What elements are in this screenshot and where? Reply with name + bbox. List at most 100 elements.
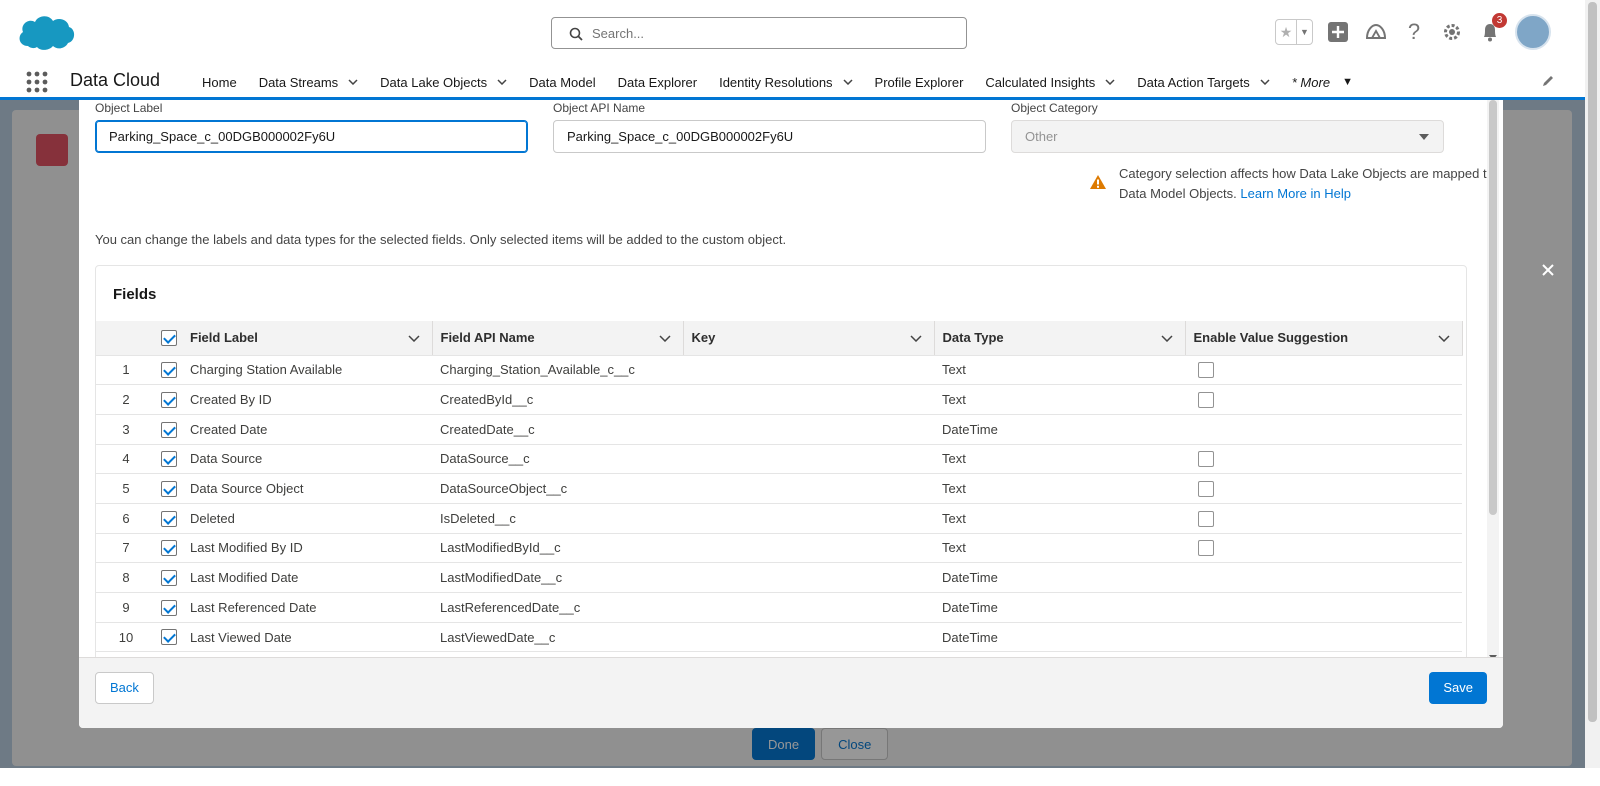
select-all-checkbox[interactable] [161, 330, 177, 347]
column-header-data-type[interactable]: Data Type [934, 321, 1186, 356]
field-api-name-cell[interactable]: LastViewedDate__c [432, 622, 683, 653]
key-cell[interactable] [683, 444, 934, 475]
row-select-checkbox[interactable] [161, 362, 177, 379]
value-suggestion-checkbox[interactable] [1198, 540, 1214, 557]
data-type-cell[interactable]: Text [934, 355, 1185, 386]
column-header-field-api-name[interactable]: Field API Name [432, 321, 684, 356]
table-row[interactable]: 1 Charging Station Available Charging_Stat… [96, 355, 1462, 386]
field-api-name-cell[interactable]: LastReferencedDate__c [432, 592, 683, 623]
data-type-cell[interactable]: DateTime [934, 622, 1185, 653]
field-api-name-cell[interactable]: LastModifiedDate__c [432, 562, 683, 593]
help-icon[interactable]: ? [1401, 19, 1427, 45]
table-row[interactable]: 8 Last Modified Date LastModifiedDate__c Da… [96, 562, 1462, 593]
column-header-enable-value-suggestion[interactable]: Enable Value Suggestion [1185, 321, 1463, 356]
nav-item-data-streams[interactable]: Data Streams [248, 64, 369, 100]
field-api-name-cell[interactable]: LastModifiedById__c [432, 533, 683, 564]
key-cell[interactable] [683, 562, 934, 593]
data-type-cell[interactable]: Text [934, 473, 1185, 504]
table-row[interactable]: 9 Last Referenced Date LastReferencedDate_… [96, 592, 1462, 623]
column-header-key[interactable]: Key [683, 321, 935, 356]
field-api-name-cell[interactable]: DataSource__c [432, 444, 683, 475]
nav-item-identity-resolutions[interactable]: Identity Resolutions [708, 64, 863, 100]
chevron-down-icon[interactable] [348, 79, 358, 85]
table-row[interactable]: 5 Data Source Object DataSourceObject__c Te… [96, 473, 1462, 504]
field-label-cell[interactable]: Charging Station Available [182, 355, 432, 386]
row-select-checkbox[interactable] [161, 569, 177, 586]
data-type-cell[interactable]: Text [934, 503, 1185, 534]
table-row[interactable]: 7 Last Modified By ID LastModifiedById__c T… [96, 533, 1462, 564]
nav-item-profile-explorer[interactable]: Profile Explorer [864, 64, 975, 100]
key-cell[interactable] [683, 622, 934, 653]
field-api-name-cell[interactable]: DataSourceObject__c [432, 473, 683, 504]
back-button[interactable]: Back [95, 672, 154, 704]
window-scrollbar[interactable] [1585, 0, 1600, 768]
value-suggestion-checkbox[interactable] [1198, 480, 1214, 497]
data-type-cell[interactable]: Text [934, 444, 1185, 475]
field-api-name-cell[interactable]: Charging_Station_Available_c__c [432, 355, 683, 386]
row-select-checkbox[interactable] [161, 480, 177, 497]
avatar[interactable] [1515, 14, 1551, 50]
window-scrollbar-thumb[interactable] [1588, 2, 1597, 722]
chevron-down-icon[interactable] [1105, 79, 1115, 85]
key-cell[interactable] [683, 592, 934, 623]
edit-nav-icon[interactable] [1541, 74, 1555, 88]
field-api-name-cell[interactable]: IsDeleted__c [432, 503, 683, 534]
value-suggestion-checkbox[interactable] [1198, 451, 1214, 468]
nav-item-home[interactable]: Home [191, 64, 248, 100]
modal-scrollbar[interactable] [1487, 100, 1499, 660]
data-type-cell[interactable]: DateTime [934, 592, 1185, 623]
nav-item-data-action-targets[interactable]: Data Action Targets [1126, 64, 1281, 100]
row-select-checkbox[interactable] [161, 391, 177, 408]
field-label-cell[interactable]: Data Source Object [182, 473, 432, 504]
chevron-down-icon[interactable] [1260, 79, 1270, 85]
salesforce-logo[interactable] [16, 12, 76, 54]
row-select-checkbox[interactable] [161, 421, 177, 438]
data-type-cell[interactable]: DateTime [934, 562, 1185, 593]
chevron-down-icon[interactable] [843, 79, 853, 85]
close-icon[interactable] [1540, 262, 1556, 278]
star-icon[interactable]: ★ [1276, 20, 1296, 44]
field-label-cell[interactable]: Created By ID [182, 384, 432, 415]
learn-more-link[interactable]: Learn More in Help [1240, 186, 1351, 201]
row-select-checkbox[interactable] [161, 540, 177, 557]
field-label-cell[interactable]: Last Referenced Date [182, 592, 432, 623]
data-type-cell[interactable]: Text [934, 384, 1185, 415]
table-row[interactable]: 6 Deleted IsDeleted__c Text [96, 503, 1462, 534]
chevron-down-icon[interactable] [1437, 335, 1450, 342]
object-label-input[interactable]: Parking_Space_c_00DGB000002Fy6U [95, 120, 528, 153]
key-cell[interactable] [683, 414, 934, 445]
column-header-field-label[interactable]: Field Label [182, 321, 433, 356]
chevron-down-icon[interactable] [407, 335, 420, 342]
chevron-down-icon[interactable] [658, 335, 671, 342]
chevron-down-icon[interactable] [909, 335, 922, 342]
table-row[interactable]: 2 Created By ID CreatedById__c Text [96, 384, 1462, 415]
value-suggestion-checkbox[interactable] [1198, 391, 1214, 408]
modal-scrollbar-thumb[interactable] [1489, 100, 1497, 515]
trailhead-icon[interactable] [1363, 19, 1389, 45]
gear-icon[interactable] [1439, 19, 1465, 45]
table-row[interactable]: 4 Data Source DataSource__c Text [96, 444, 1462, 475]
field-label-cell[interactable]: Deleted [182, 503, 432, 534]
key-cell[interactable] [683, 503, 934, 534]
global-search-input[interactable]: Search... [551, 17, 967, 49]
nav-item-more[interactable]: * More ▼ [1281, 64, 1364, 100]
nav-item-calculated-insights[interactable]: Calculated Insights [974, 64, 1126, 100]
chevron-down-icon[interactable] [497, 79, 507, 85]
table-row[interactable]: 10 Last Viewed Date LastViewedDate__c DateT… [96, 622, 1462, 653]
field-label-cell[interactable]: Data Source [182, 444, 432, 475]
key-cell[interactable] [683, 384, 934, 415]
data-type-cell[interactable]: DateTime [934, 414, 1185, 445]
object-api-name-input[interactable]: Parking_Space_c_00DGB000002Fy6U [553, 120, 986, 153]
row-select-checkbox[interactable] [161, 599, 177, 616]
field-label-cell[interactable]: Last Modified By ID [182, 533, 432, 564]
key-cell[interactable] [683, 473, 934, 504]
bell-icon[interactable]: 3 [1477, 13, 1507, 45]
row-select-checkbox[interactable] [161, 451, 177, 468]
nav-item-data-lake-objects[interactable]: Data Lake Objects [369, 64, 518, 100]
nav-item-data-explorer[interactable]: Data Explorer [607, 64, 708, 100]
data-type-cell[interactable]: Text [934, 533, 1185, 564]
key-cell[interactable] [683, 355, 934, 386]
chevron-down-icon[interactable] [1160, 335, 1173, 342]
favorites-dropdown-icon[interactable]: ▼ [1296, 20, 1312, 44]
global-actions-icon[interactable] [1325, 19, 1351, 45]
